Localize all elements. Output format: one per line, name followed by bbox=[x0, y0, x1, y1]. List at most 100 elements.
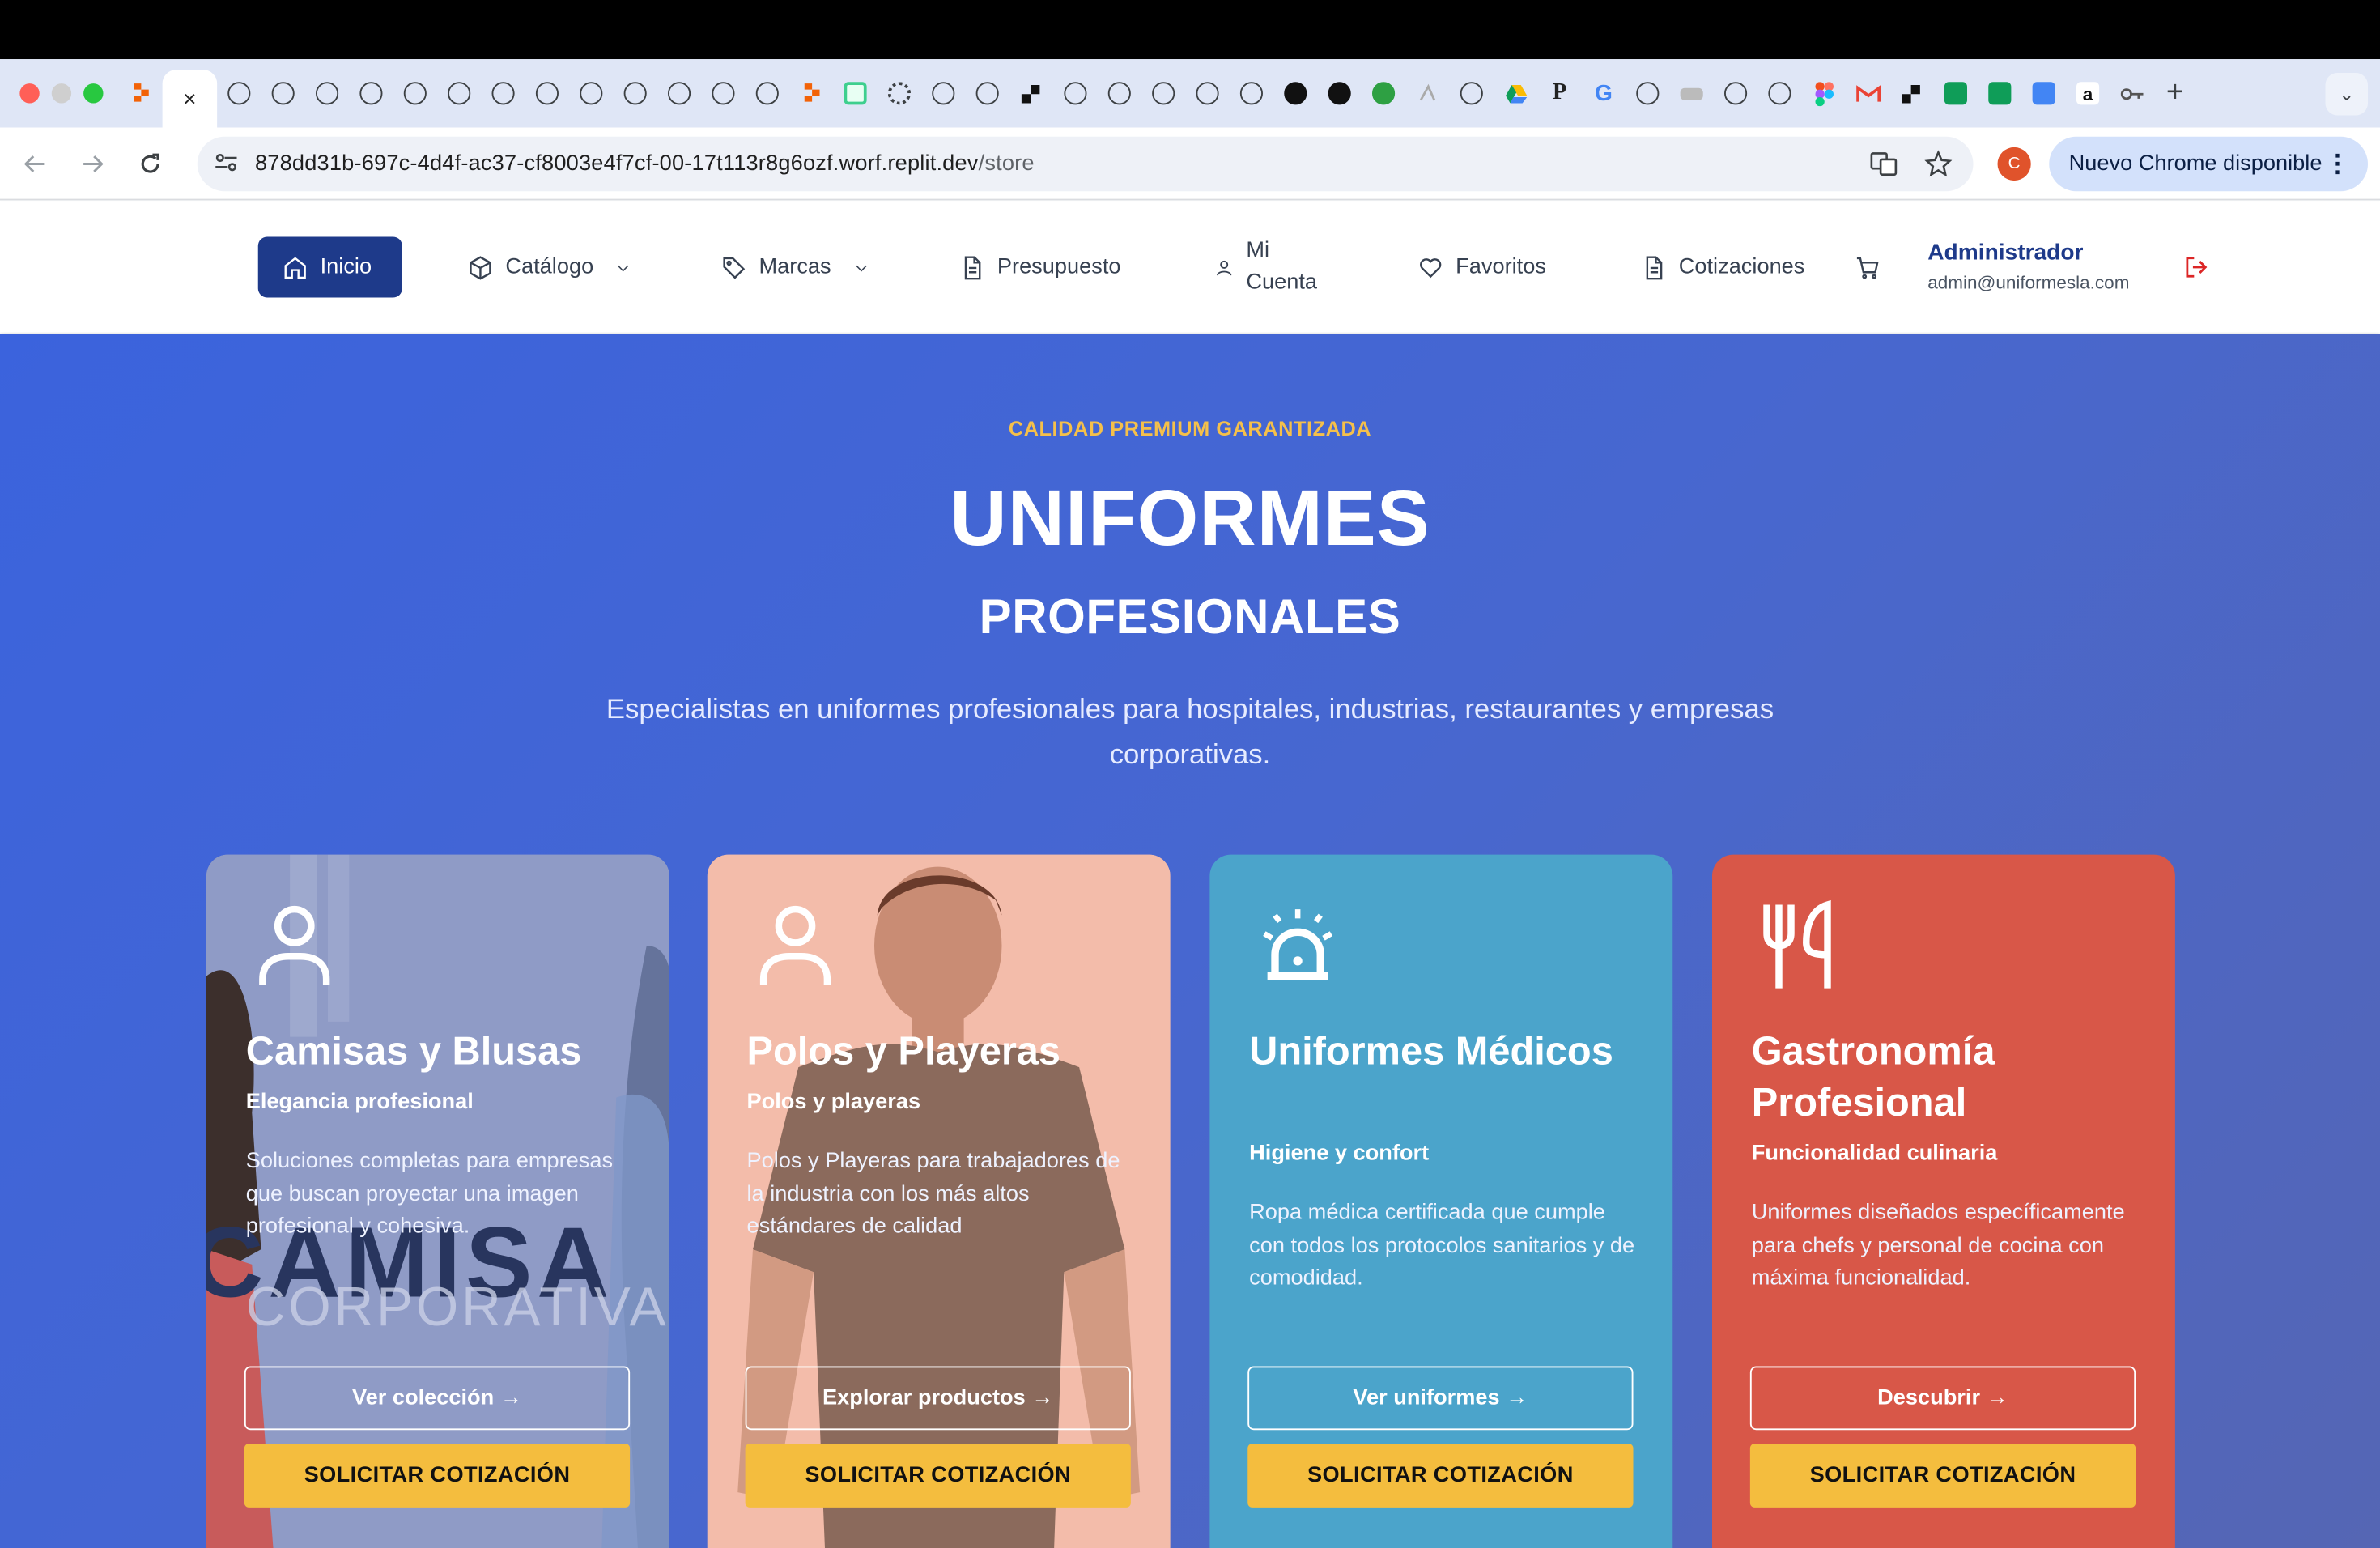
tab-active[interactable]: × bbox=[162, 70, 218, 128]
tab[interactable] bbox=[1230, 59, 1273, 127]
nav-home-button[interactable]: Inicio bbox=[257, 236, 402, 298]
zoom-window-button[interactable] bbox=[83, 83, 104, 104]
tab[interactable] bbox=[1273, 59, 1317, 127]
tab[interactable] bbox=[1494, 59, 1537, 127]
nav-quotes[interactable]: Cotizaciones bbox=[1641, 237, 1804, 298]
tab[interactable] bbox=[569, 59, 613, 127]
tab[interactable] bbox=[1009, 59, 1053, 127]
translate-icon[interactable] bbox=[1870, 151, 1898, 178]
cart-button[interactable] bbox=[1855, 237, 1881, 298]
linear-icon bbox=[1021, 85, 1040, 104]
nav-catalog[interactable]: Catálogo bbox=[468, 237, 632, 298]
globe-icon bbox=[712, 82, 735, 105]
request-quote-button[interactable]: SOLICITAR COTIZACIÓN bbox=[244, 1444, 631, 1508]
url-path: /store bbox=[978, 151, 1035, 176]
tab[interactable] bbox=[1802, 59, 1846, 127]
browser-toolbar: 878dd31b-697c-4d4f-ac37-cf8003e4f7cf-00-… bbox=[0, 127, 2380, 201]
tab[interactable] bbox=[878, 59, 921, 127]
tab[interactable] bbox=[437, 59, 481, 127]
request-quote-button[interactable]: SOLICITAR COTIZACIÓN bbox=[1749, 1444, 2136, 1508]
tab[interactable] bbox=[1670, 59, 1714, 127]
discover-button[interactable]: Descubrir → bbox=[1749, 1366, 2136, 1431]
tab-replit[interactable] bbox=[789, 59, 833, 127]
tab[interactable] bbox=[1098, 59, 1141, 127]
back-button[interactable] bbox=[6, 134, 64, 192]
logout-button[interactable] bbox=[2182, 253, 2210, 288]
view-collection-button[interactable]: Ver colección → bbox=[244, 1366, 631, 1431]
tab[interactable] bbox=[349, 59, 393, 127]
key-icon bbox=[2119, 87, 2143, 100]
url-text[interactable]: 878dd31b-697c-4d4f-ac37-cf8003e4f7cf-00-… bbox=[255, 152, 1035, 176]
close-window-button[interactable] bbox=[19, 83, 40, 104]
category-card-medicos[interactable]: Uniformes Médicos Higiene y confort Ropa… bbox=[1209, 854, 1673, 1548]
nav-favorites[interactable]: Favoritos bbox=[1417, 237, 1546, 298]
profile-avatar[interactable]: C bbox=[1997, 147, 2031, 181]
explore-products-button[interactable]: Explorar productos → bbox=[745, 1366, 1131, 1431]
tab[interactable] bbox=[833, 59, 877, 127]
tab[interactable] bbox=[1757, 59, 1801, 127]
kebab-menu-icon[interactable]: ⋮ bbox=[2326, 149, 2350, 180]
tab[interactable] bbox=[525, 59, 569, 127]
bookmark-star-icon[interactable] bbox=[1924, 150, 1953, 178]
tab[interactable] bbox=[1846, 59, 1889, 127]
forward-button[interactable] bbox=[64, 134, 121, 192]
tab[interactable] bbox=[921, 59, 965, 127]
home-icon bbox=[284, 256, 306, 279]
category-card-polos[interactable]: Polos y Playeras Polos y playeras Polos … bbox=[707, 854, 1171, 1548]
tab[interactable] bbox=[966, 59, 1009, 127]
tab[interactable]: a bbox=[2066, 59, 2110, 127]
tab[interactable] bbox=[1714, 59, 1757, 127]
tab[interactable]: G bbox=[1582, 59, 1626, 127]
category-card-camisas[interactable]: CAMISA CORPORATIVA Camisas y Blusas Eleg… bbox=[206, 854, 669, 1548]
request-quote-button[interactable]: SOLICITAR COTIZACIÓN bbox=[1247, 1444, 1634, 1508]
tab-search-button[interactable]: ⌄ bbox=[2325, 73, 2368, 116]
nav-budget[interactable]: Presupuesto bbox=[959, 237, 1121, 298]
new-tab-button[interactable]: + bbox=[2154, 76, 2197, 111]
close-tab-icon[interactable]: × bbox=[183, 86, 196, 112]
tab[interactable]: P bbox=[1537, 59, 1581, 127]
user-name[interactable]: Administrador bbox=[1927, 240, 2083, 266]
tab[interactable] bbox=[1318, 59, 1362, 127]
globe-icon bbox=[403, 82, 427, 105]
tab[interactable] bbox=[217, 59, 261, 127]
tab[interactable] bbox=[1185, 59, 1229, 127]
site-settings-icon[interactable] bbox=[203, 151, 249, 177]
tab[interactable] bbox=[481, 59, 525, 127]
tab[interactable] bbox=[305, 59, 349, 127]
nav-brands[interactable]: Marcas bbox=[721, 237, 869, 298]
tab[interactable] bbox=[1141, 59, 1185, 127]
tab[interactable] bbox=[393, 59, 437, 127]
omnibox-actions bbox=[1870, 137, 1953, 192]
tab[interactable] bbox=[657, 59, 701, 127]
tag-icon bbox=[723, 256, 746, 279]
request-quote-button[interactable]: SOLICITAR COTIZACIÓN bbox=[745, 1444, 1131, 1508]
category-card-gastronomia[interactable]: Gastronomía Profesional Funcionalidad cu… bbox=[1712, 854, 2175, 1548]
replit-icon bbox=[133, 83, 148, 102]
address-bar[interactable]: 878dd31b-697c-4d4f-ac37-cf8003e4f7cf-00-… bbox=[197, 136, 1974, 192]
reload-button[interactable] bbox=[121, 134, 179, 192]
card-title: Uniformes Médicos bbox=[1249, 1027, 1613, 1074]
tab[interactable] bbox=[1450, 59, 1494, 127]
tab[interactable] bbox=[1626, 59, 1669, 127]
chrome-update-button[interactable]: Nuevo Chrome disponible ⋮ bbox=[2049, 136, 2368, 192]
gmail-icon bbox=[1855, 84, 1881, 101]
tab[interactable] bbox=[2110, 59, 2153, 127]
minimize-window-button[interactable] bbox=[51, 83, 72, 104]
card-title: Camisas y Blusas bbox=[245, 1027, 582, 1074]
tab-replit[interactable] bbox=[118, 59, 162, 127]
view-uniforms-button[interactable]: Ver uniformes → bbox=[1247, 1366, 1634, 1431]
tab[interactable] bbox=[1053, 59, 1097, 127]
user-icon bbox=[1217, 259, 1232, 275]
tab[interactable] bbox=[2022, 59, 2066, 127]
tab[interactable] bbox=[1362, 59, 1405, 127]
nav-account[interactable]: Mi Cuenta bbox=[1214, 232, 1317, 302]
tab[interactable] bbox=[261, 59, 305, 127]
tab[interactable] bbox=[1889, 59, 1933, 127]
tab[interactable] bbox=[614, 59, 657, 127]
tab[interactable] bbox=[701, 59, 745, 127]
tab[interactable] bbox=[1978, 59, 2021, 127]
tab[interactable] bbox=[746, 59, 789, 127]
tab[interactable] bbox=[1934, 59, 1978, 127]
document-icon bbox=[1646, 255, 1663, 279]
tab[interactable] bbox=[1405, 59, 1449, 127]
